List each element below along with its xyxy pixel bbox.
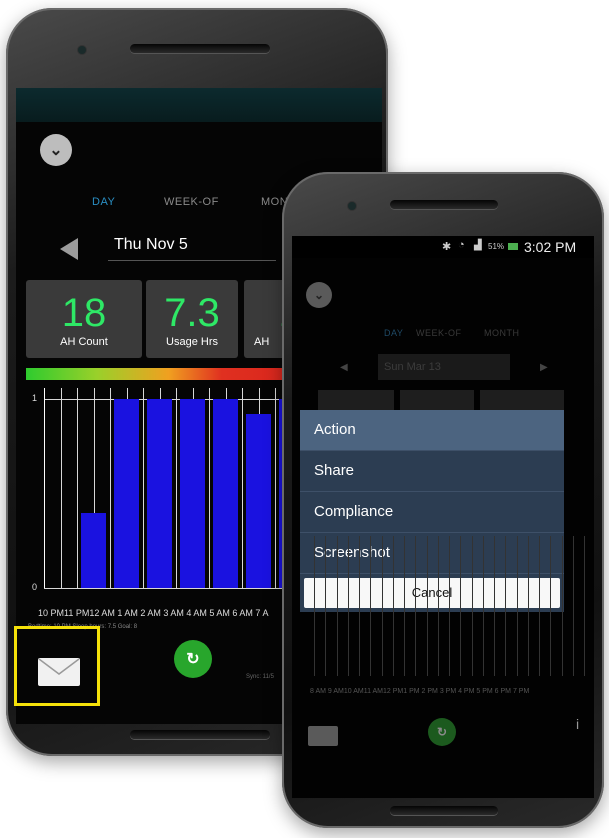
ah-count-value: 18 xyxy=(61,291,107,335)
previous-arrow-icon[interactable]: ◀ xyxy=(340,362,348,373)
previous-arrow-icon[interactable] xyxy=(60,238,78,260)
grid-line-vertical xyxy=(209,388,210,588)
tab-day[interactable]: DAY xyxy=(92,196,115,208)
grid-line-vertical xyxy=(471,536,473,676)
grid-line-vertical xyxy=(381,536,383,676)
phone-screen-front: ✱ ◔ ▟ 51% 3:02 PM ⌄ DAY WEEK-OF MONTH ◀ … xyxy=(292,236,594,798)
grid-line-vertical xyxy=(275,388,276,588)
menu-item-screenshot[interactable]: Screenshot xyxy=(300,532,564,573)
grid-line-vertical xyxy=(110,388,111,588)
usage-hrs-tile: 7.3 Usage Hrs xyxy=(146,280,238,358)
grid-line-vertical xyxy=(516,536,518,676)
grid-line-vertical xyxy=(482,536,484,676)
date-label[interactable]: Thu Nov 5 xyxy=(114,236,188,254)
y-axis-line xyxy=(44,388,45,588)
signal-icon: ▟ xyxy=(474,240,482,251)
status-bar: ✱ ◔ ▟ 51% 3:02 PM xyxy=(292,236,594,258)
cancel-wrap: Cancel xyxy=(300,573,564,612)
grid-line-vertical xyxy=(77,388,78,588)
ah-count-tile: 18 AH Count xyxy=(26,280,142,358)
grid-line-vertical xyxy=(437,536,439,676)
dialog-title: Action xyxy=(300,410,564,450)
mail-highlight-box xyxy=(14,626,100,706)
grid-line-vertical xyxy=(325,536,327,676)
grid-line-vertical xyxy=(584,536,585,676)
ah-count-label: AH Count xyxy=(60,336,108,348)
top-bar xyxy=(16,88,382,122)
grid-line-vertical xyxy=(415,536,417,676)
grid-line-vertical xyxy=(539,536,540,676)
mail-icon[interactable] xyxy=(308,726,338,746)
battery-icon xyxy=(508,243,518,250)
y-tick-label: 1 xyxy=(32,393,38,404)
grid-line-vertical xyxy=(392,536,394,676)
wifi-icon: ◔ xyxy=(458,239,465,251)
info-icon[interactable]: i xyxy=(576,716,579,732)
usage-hrs-label: Usage Hrs xyxy=(166,336,218,348)
grid-line-vertical xyxy=(527,536,529,676)
grid-line-vertical xyxy=(550,536,552,676)
y-tick-label: 0 xyxy=(32,582,38,592)
grid-line-vertical xyxy=(336,536,338,676)
refresh-icon[interactable]: ↻ xyxy=(428,718,456,746)
action-dialog: Action Share Compliance Screenshot Cance… xyxy=(300,410,564,612)
grid-line-vertical xyxy=(449,536,450,676)
grid-line-vertical xyxy=(572,536,574,676)
bluetooth-icon: ✱ xyxy=(442,241,452,253)
grid-line-vertical xyxy=(370,536,372,676)
bottom-speaker xyxy=(390,806,498,815)
refresh-icon[interactable]: ↻ xyxy=(174,640,212,678)
usage-hrs-value: 7.3 xyxy=(164,291,220,335)
tab-day[interactable]: DAY xyxy=(384,328,403,338)
grid-line-vertical xyxy=(314,536,315,676)
grid-line-vertical xyxy=(347,536,349,676)
grid-line-vertical xyxy=(505,536,507,676)
chart-bar xyxy=(213,399,238,588)
front-camera xyxy=(348,202,356,210)
tab-week-of[interactable]: WEEK-OF xyxy=(164,196,219,208)
tab-week-of[interactable]: WEEK-OF xyxy=(416,328,462,338)
grid-line-vertical xyxy=(561,536,563,676)
grid-line-vertical xyxy=(460,536,462,676)
grid-line-vertical xyxy=(143,388,144,588)
status-time: 3:02 PM xyxy=(524,239,577,255)
battery-percent: 51% xyxy=(488,242,505,251)
next-arrow-icon[interactable]: ▶ xyxy=(540,362,548,373)
front-camera xyxy=(78,46,86,54)
cancel-button[interactable]: Cancel xyxy=(304,578,560,608)
sync-text: Sync: 11/5 xyxy=(246,674,274,680)
grid-line-vertical xyxy=(494,536,495,676)
menu-item-compliance[interactable]: Compliance xyxy=(300,491,564,532)
chart-bar xyxy=(147,399,172,588)
chevron-down-icon[interactable]: ⌄ xyxy=(40,134,72,166)
grid-line-vertical xyxy=(426,536,428,676)
grid-line-vertical xyxy=(404,536,405,676)
chart-bar xyxy=(246,414,271,588)
chart-bar xyxy=(180,399,205,588)
grid-line-vertical xyxy=(60,388,62,588)
grid-line-vertical xyxy=(359,536,360,676)
bottom-speaker xyxy=(130,730,270,739)
chart-bar xyxy=(114,399,139,588)
menu-item-share[interactable]: Share xyxy=(300,450,564,491)
x-axis-labels: 10 PM11 PM12 AM 1 AM 2 AM 3 AM 4 AM 5 AM… xyxy=(38,608,269,618)
date-label[interactable]: Sun Mar 13 xyxy=(378,354,510,380)
earpiece xyxy=(390,200,498,209)
x-axis-labels: 8 AM 9 AM10 AM11 AM12 PM1 PM 2 PM 3 PM 4… xyxy=(310,688,530,695)
grid-line-vertical xyxy=(176,388,177,588)
tab-month[interactable]: MONTH xyxy=(484,328,520,338)
date-underline xyxy=(108,260,276,261)
chevron-down-icon[interactable]: ⌄ xyxy=(306,282,332,308)
phone-device-front: ✱ ◔ ▟ 51% 3:02 PM ⌄ DAY WEEK-OF MONTH ◀ … xyxy=(282,172,604,828)
grid-line-vertical xyxy=(242,388,243,588)
chart-bar xyxy=(81,512,106,588)
earpiece xyxy=(130,44,270,53)
